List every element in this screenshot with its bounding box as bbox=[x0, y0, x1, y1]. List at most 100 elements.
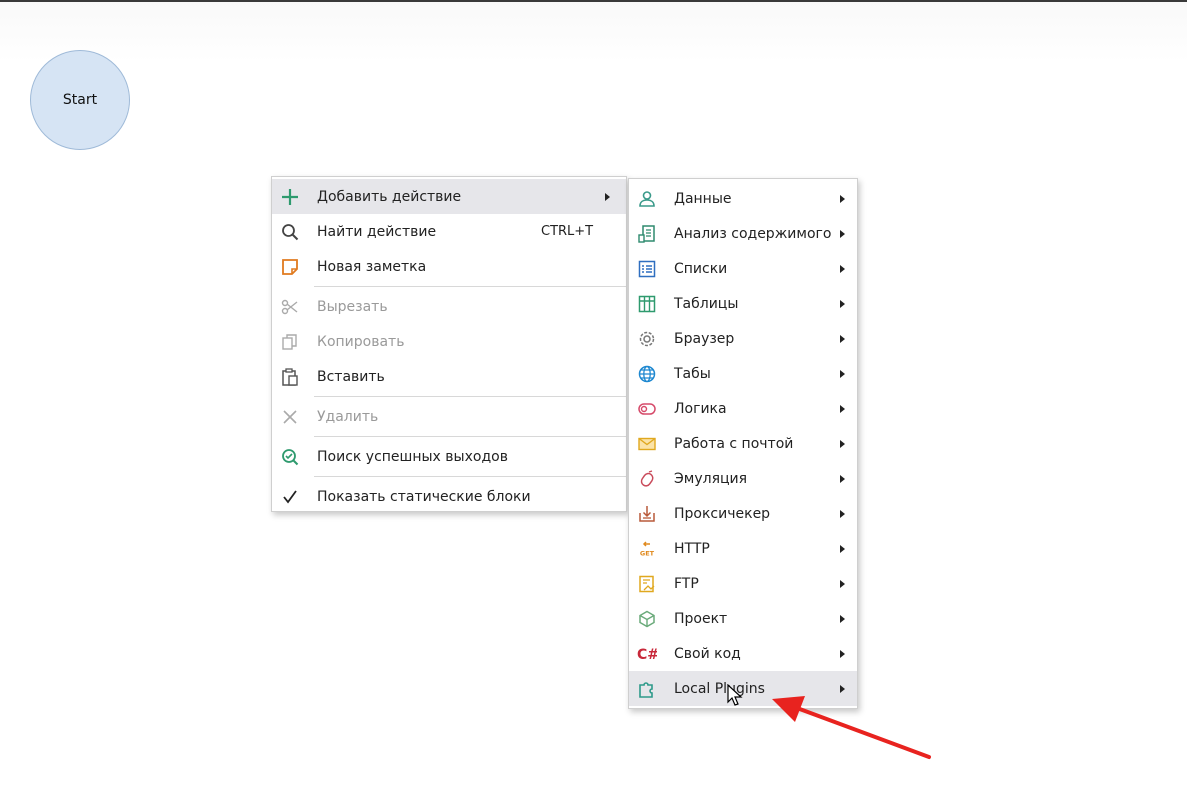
submenu-item-lists[interactable]: Списки bbox=[629, 251, 857, 286]
submenu-item-label: Списки bbox=[674, 260, 728, 277]
toggle-icon bbox=[637, 399, 657, 419]
chevron-right-icon bbox=[840, 334, 845, 343]
menu-item-label: Удалить bbox=[317, 408, 379, 425]
menu-item-label: Новая заметка bbox=[317, 258, 427, 275]
menu-item-label: Добавить действие bbox=[317, 188, 462, 205]
submenu-item-tabs[interactable]: Табы bbox=[629, 356, 857, 391]
csharp-icon-text: C# bbox=[637, 647, 657, 663]
shortcut-label: CTRL+T bbox=[541, 224, 594, 239]
submenu-item-emulation[interactable]: Эмуляция bbox=[629, 461, 857, 496]
globe-icon bbox=[637, 364, 657, 384]
add-action-submenu: Данные Анализ содержимого Списки Таблицы… bbox=[628, 178, 858, 709]
submenu-item-content-analysis[interactable]: Анализ содержимого bbox=[629, 216, 857, 251]
csharp-icon: C# bbox=[637, 644, 657, 664]
submenu-item-label: Local Plugins bbox=[674, 680, 765, 697]
menu-item-label: Вставить bbox=[317, 368, 385, 385]
checkmark-icon bbox=[280, 487, 300, 507]
chevron-right-icon bbox=[840, 614, 845, 623]
mouse-cursor-icon bbox=[727, 684, 743, 706]
chevron-right-icon bbox=[840, 404, 845, 413]
document-analysis-icon bbox=[637, 224, 657, 244]
mail-icon bbox=[637, 434, 657, 454]
submenu-item-http[interactable]: GET HTTP bbox=[629, 531, 857, 566]
note-icon bbox=[280, 257, 300, 277]
submenu-item-label: Эмуляция bbox=[674, 470, 748, 487]
menu-separator bbox=[314, 286, 626, 287]
submenu-item-browser[interactable]: Браузер bbox=[629, 321, 857, 356]
menu-item-paste[interactable]: Вставить bbox=[272, 359, 626, 394]
mouse-icon bbox=[637, 469, 657, 489]
submenu-item-tables[interactable]: Таблицы bbox=[629, 286, 857, 321]
submenu-item-ftp[interactable]: FTP bbox=[629, 566, 857, 601]
menu-separator bbox=[314, 436, 626, 437]
menu-separator bbox=[314, 396, 626, 397]
gear-icon bbox=[637, 329, 657, 349]
submenu-item-mail[interactable]: Работа с почтой bbox=[629, 426, 857, 461]
submenu-item-label: Данные bbox=[674, 190, 732, 207]
scissors-icon bbox=[280, 297, 300, 317]
paste-icon bbox=[280, 367, 300, 387]
menu-item-search-success-outputs[interactable]: Поиск успешных выходов bbox=[272, 439, 626, 474]
menu-separator bbox=[314, 476, 626, 477]
chevron-right-icon bbox=[840, 684, 845, 693]
menu-item-label: Показать статические блоки bbox=[317, 488, 531, 505]
submenu-item-data[interactable]: Данные bbox=[629, 181, 857, 216]
chevron-right-icon bbox=[840, 439, 845, 448]
cube-icon bbox=[637, 609, 657, 629]
chevron-right-icon bbox=[840, 579, 845, 588]
submenu-item-label: Свой код bbox=[674, 645, 741, 662]
submenu-item-label: Проект bbox=[674, 610, 728, 627]
submenu-item-custom-code[interactable]: C# Свой код bbox=[629, 636, 857, 671]
puzzle-icon bbox=[637, 679, 657, 699]
menu-item-delete[interactable]: Удалить bbox=[272, 399, 626, 434]
submenu-item-proxychecker[interactable]: Проксичекер bbox=[629, 496, 857, 531]
submenu-item-label: Логика bbox=[674, 400, 727, 417]
search-icon bbox=[280, 222, 300, 242]
start-node[interactable]: Start bbox=[30, 50, 130, 150]
chevron-right-icon bbox=[840, 369, 845, 378]
submenu-item-label: Работа с почтой bbox=[674, 435, 794, 452]
menu-item-find-action[interactable]: Найти действие CTRL+T bbox=[272, 214, 626, 249]
menu-item-label: Найти действие bbox=[317, 223, 437, 240]
submenu-item-logic[interactable]: Логика bbox=[629, 391, 857, 426]
submenu-item-label: Браузер bbox=[674, 330, 735, 347]
menu-item-show-static-blocks[interactable]: Показать статические блоки bbox=[272, 479, 626, 514]
person-icon bbox=[637, 189, 657, 209]
submenu-item-project[interactable]: Проект bbox=[629, 601, 857, 636]
start-node-label: Start bbox=[62, 92, 98, 108]
chevron-right-icon bbox=[840, 544, 845, 553]
submenu-item-label: Таблицы bbox=[674, 295, 739, 312]
http-get-icon-text: GET bbox=[640, 549, 655, 557]
chevron-right-icon bbox=[840, 194, 845, 203]
context-menu: Добавить действие Найти действие CTRL+T … bbox=[271, 176, 627, 512]
submenu-item-label: Табы bbox=[674, 365, 711, 382]
chevron-right-icon bbox=[840, 649, 845, 658]
submenu-item-label: Анализ содержимого bbox=[674, 225, 832, 242]
menu-item-copy[interactable]: Копировать bbox=[272, 324, 626, 359]
chevron-right-icon bbox=[840, 474, 845, 483]
delete-icon bbox=[280, 407, 300, 427]
proxy-download-icon bbox=[637, 504, 657, 524]
http-get-icon: GET bbox=[637, 539, 657, 559]
menu-item-cut[interactable]: Вырезать bbox=[272, 289, 626, 324]
menu-item-label: Копировать bbox=[317, 333, 405, 350]
table-icon bbox=[637, 294, 657, 314]
menu-item-new-note[interactable]: Новая заметка bbox=[272, 249, 626, 284]
chevron-right-icon bbox=[605, 192, 610, 201]
menu-item-label: Вырезать bbox=[317, 298, 388, 315]
chevron-right-icon bbox=[840, 509, 845, 518]
submenu-item-local-plugins[interactable]: Local Plugins bbox=[629, 671, 857, 706]
ftp-icon bbox=[637, 574, 657, 594]
chevron-right-icon bbox=[840, 264, 845, 273]
chevron-right-icon bbox=[840, 229, 845, 238]
copy-icon bbox=[280, 332, 300, 352]
list-icon bbox=[637, 259, 657, 279]
menu-item-add-action[interactable]: Добавить действие bbox=[272, 179, 626, 214]
plus-icon bbox=[280, 187, 300, 207]
submenu-item-label: FTP bbox=[674, 575, 699, 592]
submenu-item-label: HTTP bbox=[674, 540, 710, 557]
menu-item-label: Поиск успешных выходов bbox=[317, 448, 508, 465]
submenu-item-label: Проксичекер bbox=[674, 505, 771, 522]
chevron-right-icon bbox=[840, 299, 845, 308]
search-success-icon bbox=[280, 447, 300, 467]
